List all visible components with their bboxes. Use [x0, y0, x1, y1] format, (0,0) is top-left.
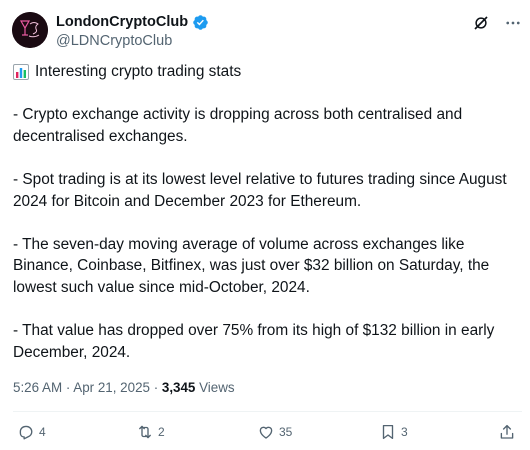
header-actions: [472, 14, 522, 32]
share-icon: [500, 424, 514, 439]
display-name-text[interactable]: LondonCryptoClub: [56, 13, 188, 31]
views-label: Views: [195, 380, 235, 395]
post-paragraph: - Spot trading is at its lowest level re…: [13, 170, 507, 210]
post-intro-text: Interesting crypto trading stats: [35, 63, 242, 80]
reply-icon: [19, 425, 33, 440]
avatar[interactable]: [12, 12, 48, 48]
grok-icon[interactable]: [472, 14, 490, 32]
more-icon[interactable]: [504, 14, 522, 32]
post-paragraph: - That value has dropped over 75% from i…: [13, 322, 495, 361]
post-intro: Interesting crypto trading stats: [13, 61, 525, 83]
verified-badge-icon[interactable]: [192, 14, 209, 31]
share-button[interactable]: [498, 423, 516, 441]
bookmark-icon: [382, 424, 394, 440]
post-paragraph: - The seven-day moving average of volume…: [13, 235, 490, 296]
post-paragraph: - Crypto exchange activity is dropping a…: [13, 106, 463, 145]
repost-icon: [139, 425, 151, 439]
repost-button[interactable]: 2: [136, 423, 165, 441]
action-bar: 4 2 35 3: [17, 423, 522, 445]
author-names: LondonCryptoClub @LDNCryptoClub: [56, 13, 209, 50]
post-timestamp[interactable]: 5:26 AM · Apr 21, 2025 ·: [13, 380, 162, 395]
bar-chart-emoji-icon: [13, 63, 29, 80]
bookmark-count: 3: [401, 425, 408, 439]
author-display-name[interactable]: LondonCryptoClub: [56, 13, 209, 31]
post-header: LondonCryptoClub @LDNCryptoClub: [12, 10, 522, 54]
repost-count: 2: [158, 425, 165, 439]
author-handle[interactable]: @LDNCryptoClub: [56, 32, 209, 50]
bookmark-button[interactable]: 3: [379, 423, 408, 441]
divider: [13, 411, 522, 412]
avatar-logo-icon: [12, 12, 48, 48]
post-meta: 5:26 AM · Apr 21, 2025 · 3,345 Views: [13, 379, 235, 397]
like-icon: [259, 426, 273, 439]
reply-count: 4: [39, 425, 46, 439]
like-button[interactable]: 35: [257, 423, 292, 441]
reply-button[interactable]: 4: [17, 423, 46, 441]
views-count[interactable]: 3,345: [162, 380, 196, 395]
like-count: 35: [279, 425, 293, 439]
post-body: Interesting crypto trading stats - Crypt…: [13, 61, 525, 363]
